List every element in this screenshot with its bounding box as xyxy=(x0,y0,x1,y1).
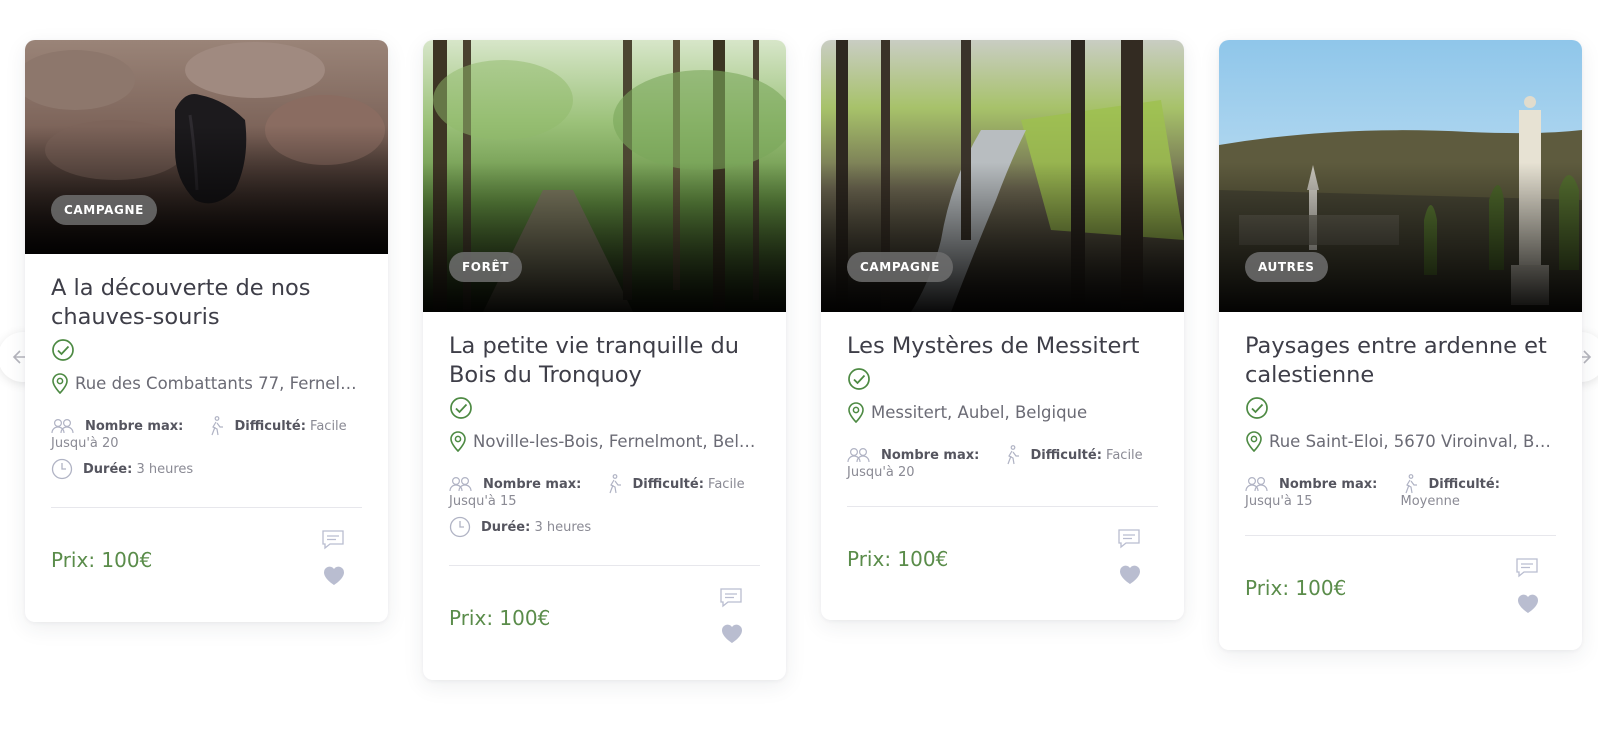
card-title[interactable]: A la découverte de nos chauves-souris xyxy=(51,254,362,332)
hiker-icon xyxy=(210,416,223,436)
map-pin-icon xyxy=(1246,431,1262,452)
users-icon xyxy=(1245,476,1268,492)
hiker-icon xyxy=(1404,474,1417,494)
map-pin-icon xyxy=(52,373,68,394)
max-label: Nombre max: xyxy=(85,418,184,434)
card-image[interactable]: CAMPAGNE xyxy=(25,40,388,254)
price: Prix: 100€ xyxy=(51,548,153,572)
location-text: Rue des Combattants 77, Fernelmont xyxy=(75,373,362,393)
location: Noville-les-Bois, Fernelmont, Belgique xyxy=(449,430,760,452)
duration-label: Durée: xyxy=(83,461,133,477)
location: Messitert, Aubel, Belgique xyxy=(847,401,1158,423)
location-text: Rue Saint-Eloi, 5670 Viroinval, Belgique xyxy=(1269,431,1556,451)
comment-icon[interactable] xyxy=(1516,558,1538,578)
difficulty-label: Difficulté: xyxy=(1030,447,1102,463)
comment-icon[interactable] xyxy=(322,530,344,550)
difficulty-label: Difficulté: xyxy=(1428,476,1500,492)
card-title[interactable]: Paysages entre ardenne et calestienne xyxy=(1245,312,1556,390)
clock-icon xyxy=(51,458,73,480)
card-meta: Nombre max: Difficulté: Facile Jusqu'à 2… xyxy=(847,443,1158,480)
difficulty-value: Facile xyxy=(708,476,745,492)
heart-icon[interactable] xyxy=(1118,563,1142,585)
verified-check-icon xyxy=(450,397,472,419)
comment-icon[interactable] xyxy=(720,588,742,608)
card-meta: Nombre max: Difficulté: Facile Jusqu'à 1… xyxy=(449,472,760,539)
duration-label: Durée: xyxy=(481,519,531,535)
map-pin-icon xyxy=(450,431,466,452)
price: Prix: 100€ xyxy=(1245,576,1347,600)
verified-check-icon xyxy=(1246,397,1268,419)
card-title[interactable]: La petite vie tranquille du Bois du Tron… xyxy=(449,312,760,390)
category-badge[interactable]: AUTRES xyxy=(1245,252,1328,282)
location-text: Noville-les-Bois, Fernelmont, Belgique xyxy=(473,431,760,451)
activity-card[interactable]: CAMPAGNE Les Mystères de Messitert Messi… xyxy=(821,40,1184,620)
users-icon xyxy=(847,447,870,463)
category-badge[interactable]: CAMPAGNE xyxy=(847,252,953,282)
duration-value: 3 heures xyxy=(136,461,194,477)
card-image[interactable]: FORÊT xyxy=(423,40,786,312)
map-pin-icon xyxy=(848,402,864,423)
max-value: Jusqu'à 20 xyxy=(847,465,915,480)
difficulty-value: Facile xyxy=(1106,447,1143,463)
price: Prix: 100€ xyxy=(449,606,551,630)
max-value: Jusqu'à 15 xyxy=(449,494,517,509)
verified-check-icon xyxy=(52,339,74,361)
max-value: Jusqu'à 15 xyxy=(1245,494,1313,509)
card-meta: Nombre max: Jusqu'à 15 Difficulté: Moyen… xyxy=(1245,472,1556,509)
category-badge[interactable]: FORÊT xyxy=(449,252,523,282)
duration-value: 3 heures xyxy=(534,519,592,535)
clock-icon xyxy=(449,516,471,538)
card-image[interactable]: CAMPAGNE xyxy=(821,40,1184,312)
location: Rue des Combattants 77, Fernelmont xyxy=(51,372,362,394)
category-badge[interactable]: CAMPAGNE xyxy=(51,195,157,225)
difficulty-value: Facile xyxy=(310,418,347,434)
heart-icon[interactable] xyxy=(322,564,346,586)
comment-icon[interactable] xyxy=(1118,529,1140,549)
max-label: Nombre max: xyxy=(1279,476,1378,492)
difficulty-label: Difficulté: xyxy=(632,476,704,492)
heart-icon[interactable] xyxy=(720,622,744,644)
verified-check-icon xyxy=(848,368,870,390)
location: Rue Saint-Eloi, 5670 Viroinval, Belgique xyxy=(1245,430,1556,452)
difficulty-label: Difficulté: xyxy=(234,418,306,434)
difficulty-value: Moyenne xyxy=(1400,494,1460,509)
hiker-icon xyxy=(1006,445,1019,465)
max-label: Nombre max: xyxy=(881,447,980,463)
users-icon xyxy=(449,476,472,492)
users-icon xyxy=(51,418,74,434)
activity-card[interactable]: FORÊT La petite vie tranquille du Bois d… xyxy=(423,40,786,680)
card-title[interactable]: Les Mystères de Messitert xyxy=(847,312,1158,361)
location-text: Messitert, Aubel, Belgique xyxy=(871,402,1088,422)
max-value: Jusqu'à 20 xyxy=(51,436,119,451)
hiker-icon xyxy=(608,474,621,494)
heart-icon[interactable] xyxy=(1516,592,1540,614)
activity-card[interactable]: CAMPAGNE A la découverte de nos chauves-… xyxy=(25,40,388,622)
max-label: Nombre max: xyxy=(483,476,582,492)
price: Prix: 100€ xyxy=(847,547,949,571)
card-image[interactable]: AUTRES xyxy=(1219,40,1582,312)
card-meta: Nombre max: Difficulté: Facile Jusqu'à 2… xyxy=(51,414,362,481)
activity-card[interactable]: AUTRES Paysages entre ardenne et calesti… xyxy=(1219,40,1582,650)
